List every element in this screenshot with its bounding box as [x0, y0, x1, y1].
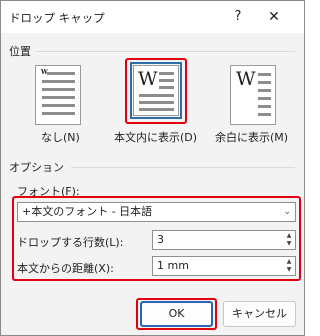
font-dropdown[interactable]: +本文のフォント - 日本語 ⌄	[17, 202, 296, 222]
position-section-title: 位置	[9, 45, 31, 58]
big-w-glyph: W	[138, 68, 158, 90]
chevron-down-icon: ⌄	[283, 207, 291, 217]
spin-up-icon[interactable]: ▲	[284, 258, 294, 266]
big-w-glyph: W	[236, 68, 256, 90]
font-value: +本文のフォント - 日本語	[22, 205, 153, 218]
spin-down-icon[interactable]: ▼	[284, 266, 294, 274]
lines-value: 3	[157, 233, 164, 246]
distance-spin-buttons[interactable]: ▲ ▼	[284, 258, 294, 274]
drop-cap-dialog: ドロップ キャップ ? ✕ 位置 W なし(N) W 本文内に表示(D) W 余…	[0, 0, 305, 336]
distance-value: 1 mm	[157, 259, 189, 272]
distance-spinner[interactable]: 1 mm ▲ ▼	[152, 256, 296, 276]
margin-preview: W	[230, 65, 276, 125]
none-preview: W	[35, 65, 81, 125]
spin-down-icon[interactable]: ▼	[284, 240, 294, 248]
lines-spin-buttons[interactable]: ▲ ▼	[284, 232, 294, 248]
lines-label: ドロップする行数(L):	[17, 236, 124, 249]
none-label: なし(N)	[41, 131, 80, 144]
close-button[interactable]: ✕	[263, 6, 285, 28]
section-divider	[37, 51, 295, 52]
distance-label: 本文からの距離(X):	[17, 262, 114, 275]
dropped-preview: W	[133, 65, 179, 116]
options-section-title: オプション	[9, 161, 64, 174]
cancel-button[interactable]: キャンセル	[223, 301, 296, 327]
lines-spinner[interactable]: 3 ▲ ▼	[152, 230, 296, 250]
help-button[interactable]: ?	[227, 6, 249, 28]
section-divider	[71, 167, 295, 168]
ok-button[interactable]: OK	[140, 301, 213, 327]
margin-label: 余白に表示(M)	[215, 131, 289, 144]
dropped-label: 本文内に表示(D)	[114, 131, 198, 144]
dialog-title: ドロップ キャップ	[9, 11, 105, 25]
spin-up-icon[interactable]: ▲	[284, 232, 294, 240]
title-bar: ドロップ キャップ ? ✕	[1, 1, 304, 33]
